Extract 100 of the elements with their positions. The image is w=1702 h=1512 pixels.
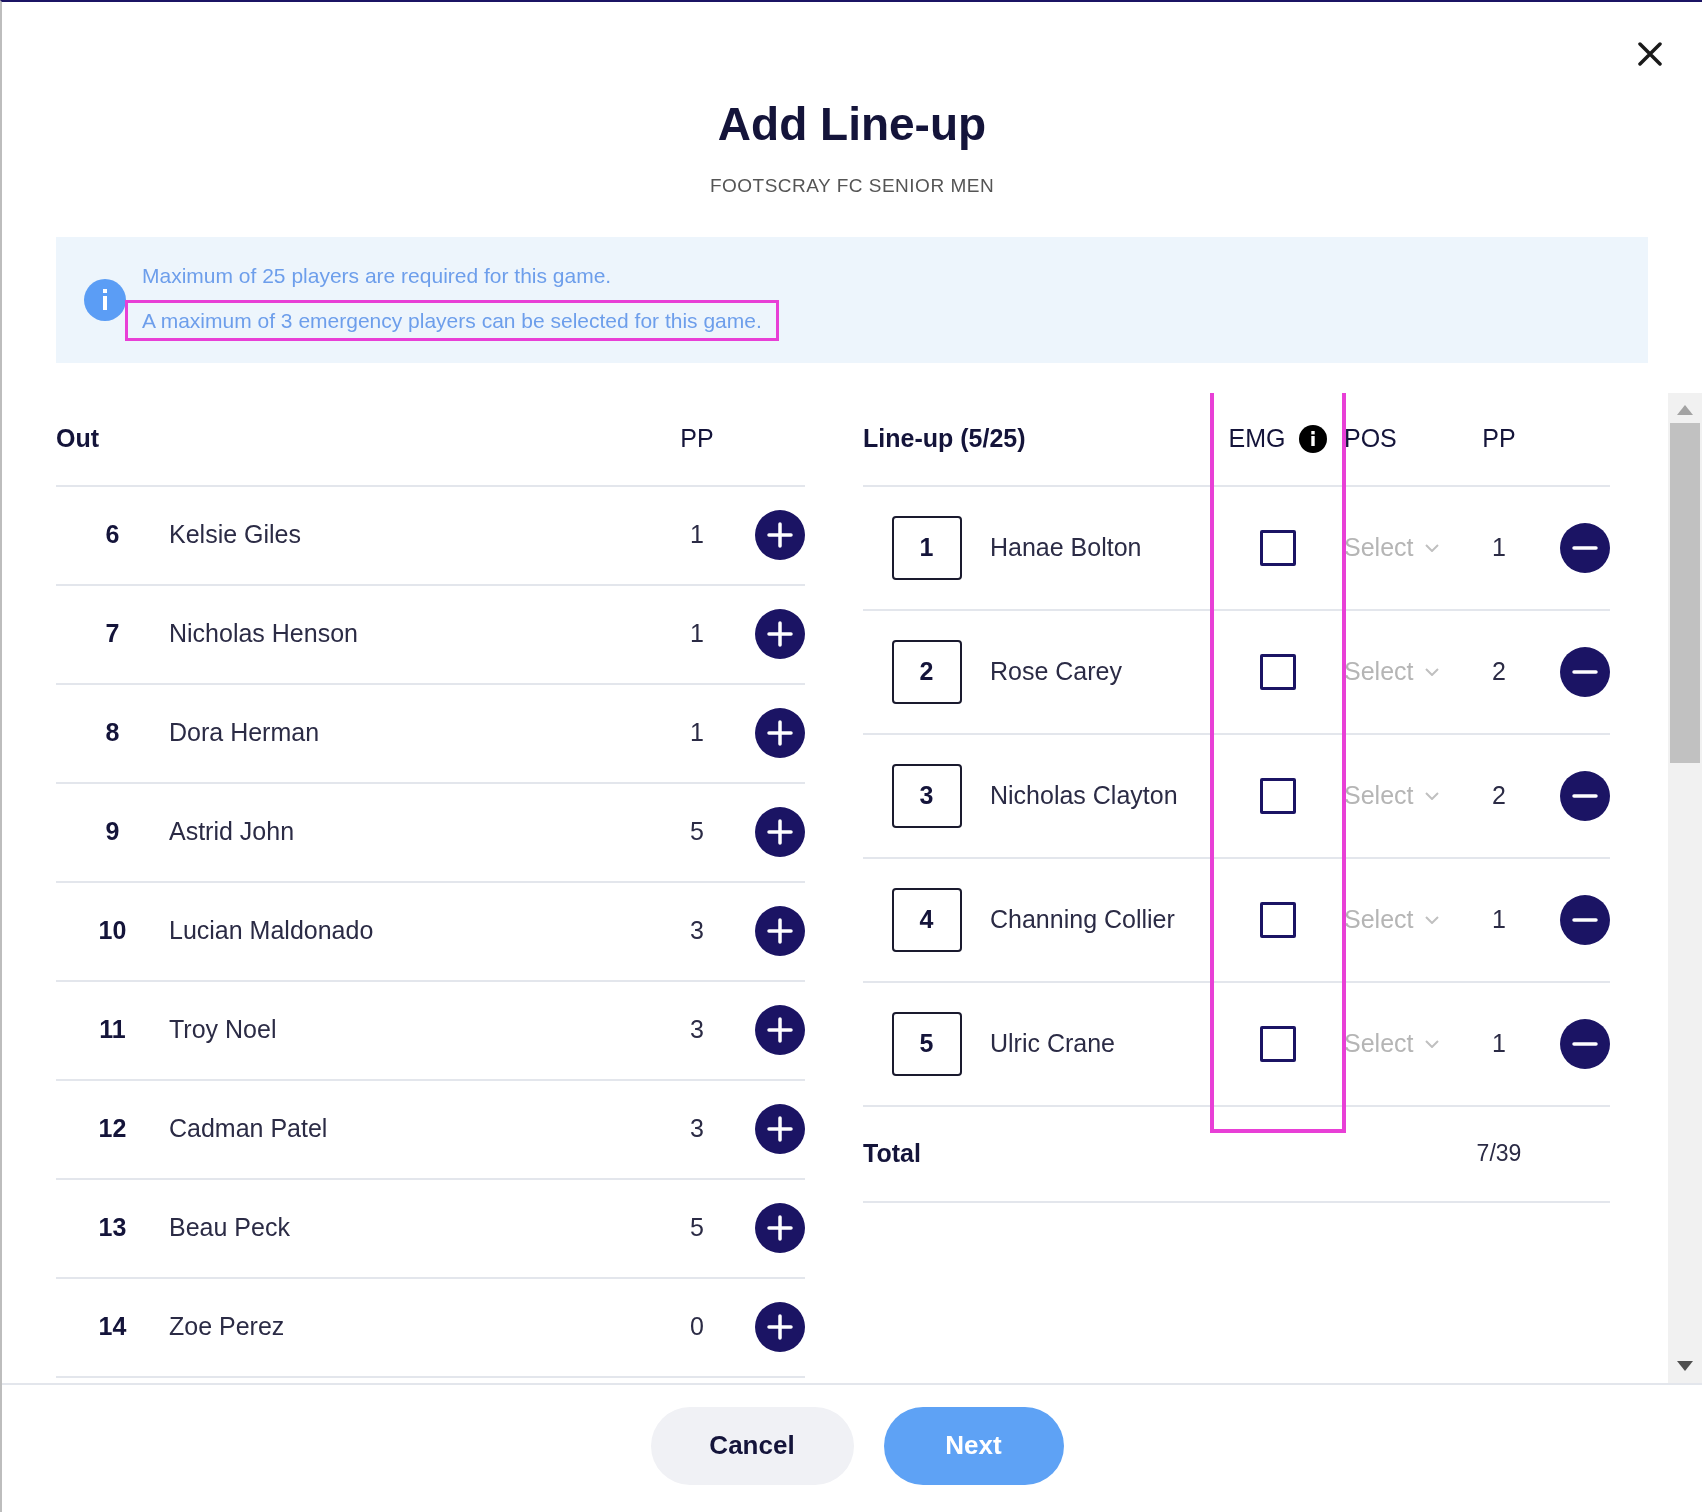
player-number: 6 [104, 519, 121, 551]
minus-icon [1572, 1041, 1598, 1046]
emergency-checkbox[interactable] [1260, 777, 1296, 814]
jersey-number: 4 [891, 887, 962, 952]
pp-value: 3 [689, 1113, 705, 1145]
total-label: Total [863, 1137, 922, 1169]
player-name: Channing Collier [990, 903, 1176, 935]
player-name: Ulric Crane [990, 1027, 1117, 1059]
chevron-down-icon [1425, 791, 1440, 800]
player-number: 14 [97, 1311, 128, 1343]
column-header: PP [1482, 422, 1516, 454]
pp-value: 1 [689, 717, 705, 749]
player-name: Kelsie Giles [169, 519, 302, 551]
scrollbar-thumb[interactable] [1670, 422, 1700, 763]
close-button[interactable] [1636, 40, 1664, 68]
pp-value: 3 [689, 915, 705, 947]
position-select[interactable]: Select [1344, 900, 1459, 939]
close-icon [1638, 42, 1662, 66]
jersey-number: 5 [891, 1011, 962, 1076]
dialog-subtitle: FOOTSCRAY FC SENIOR MEN [709, 174, 995, 198]
column-header: PP [679, 422, 715, 454]
player-name: Nicholas Henson [169, 618, 359, 650]
pp-value: 2 [1491, 655, 1507, 687]
pp-value: 1 [689, 519, 705, 551]
add-button[interactable] [755, 1302, 805, 1352]
next-button[interactable]: Next [883, 1406, 1064, 1485]
plus-icon [767, 522, 793, 548]
player-number: 8 [104, 717, 121, 749]
emergency-checkbox[interactable] [1260, 529, 1296, 566]
plus-icon [767, 1314, 793, 1340]
pp-value: 1 [1491, 903, 1507, 935]
player-name: Troy Noel [169, 1014, 278, 1046]
column-header: POS [1344, 422, 1397, 454]
plus-icon [767, 1116, 793, 1142]
info-message: Maximum of 25 players are required for this game. [142, 263, 613, 289]
remove-button[interactable] [1560, 894, 1610, 945]
plus-icon [767, 621, 793, 647]
emergency-checkbox[interactable] [1260, 653, 1296, 690]
emergency-checkbox[interactable] [1260, 1025, 1296, 1062]
player-name: Astrid John [169, 816, 296, 848]
total-value: 7/39 [1475, 1139, 1523, 1169]
info-icon [84, 278, 126, 321]
pp-value: 0 [689, 1311, 705, 1343]
scroll-down-icon[interactable] [1677, 1360, 1693, 1371]
column-header: Out [56, 422, 100, 454]
minus-icon [1572, 793, 1598, 798]
player-number: 12 [97, 1113, 128, 1145]
jersey-number: 3 [891, 763, 962, 828]
add-button[interactable] [755, 1104, 805, 1154]
remove-button[interactable] [1560, 646, 1610, 697]
player-number: 13 [97, 1212, 128, 1244]
info-message: A maximum of 3 emergency players can be selected for this game. [142, 308, 762, 332]
add-button[interactable] [755, 1005, 805, 1055]
add-button[interactable] [755, 510, 805, 560]
remove-button[interactable] [1560, 770, 1610, 821]
player-name: Zoe Perez [169, 1311, 286, 1343]
player-number: 11 [98, 1014, 127, 1046]
add-button[interactable] [755, 609, 805, 659]
position-select[interactable]: Select [1344, 1024, 1459, 1063]
column-header: Line-up (5/25) [863, 422, 1026, 454]
position-select[interactable]: Select [1344, 776, 1459, 815]
jersey-number: 1 [891, 515, 962, 580]
player-name: Cadman Patel [169, 1113, 329, 1145]
plus-icon [767, 720, 793, 746]
player-number: 7 [104, 618, 121, 650]
chevron-down-icon [1425, 1039, 1440, 1048]
minus-icon [1572, 545, 1598, 550]
plus-icon [767, 819, 793, 845]
scrollbar[interactable] [1668, 392, 1702, 1383]
remove-button[interactable] [1560, 1018, 1610, 1069]
dialog-title: Add Line-up [717, 97, 987, 152]
player-name: Hanae Bolton [990, 531, 1143, 563]
plus-icon [767, 918, 793, 944]
remove-button[interactable] [1560, 522, 1610, 573]
pp-value: 5 [689, 1212, 705, 1244]
pp-value: 1 [1491, 1027, 1507, 1059]
player-name: Beau Peck [169, 1212, 291, 1244]
minus-icon [1572, 669, 1598, 674]
chevron-down-icon [1425, 915, 1440, 924]
minus-icon [1572, 917, 1598, 922]
plus-icon [767, 1017, 793, 1043]
chevron-down-icon [1425, 667, 1440, 676]
player-name: Nicholas Clayton [990, 779, 1179, 811]
add-button[interactable] [755, 807, 805, 857]
cancel-button[interactable]: Cancel [650, 1406, 854, 1485]
add-button[interactable] [755, 708, 805, 758]
player-name: Lucian Maldonado [169, 915, 375, 947]
player-number: 10 [97, 915, 128, 947]
add-button[interactable] [755, 1203, 805, 1253]
plus-icon [767, 1215, 793, 1241]
position-select[interactable]: Select [1344, 528, 1459, 567]
pp-value: 5 [689, 816, 705, 848]
player-name: Rose Carey [990, 655, 1123, 687]
emergency-checkbox[interactable] [1260, 901, 1296, 938]
pp-value: 2 [1491, 779, 1507, 811]
add-button[interactable] [755, 906, 805, 956]
player-name: Dora Herman [169, 717, 321, 749]
player-number: 9 [104, 816, 121, 848]
position-select[interactable]: Select [1344, 652, 1459, 691]
column-header: EMG [1228, 422, 1286, 454]
